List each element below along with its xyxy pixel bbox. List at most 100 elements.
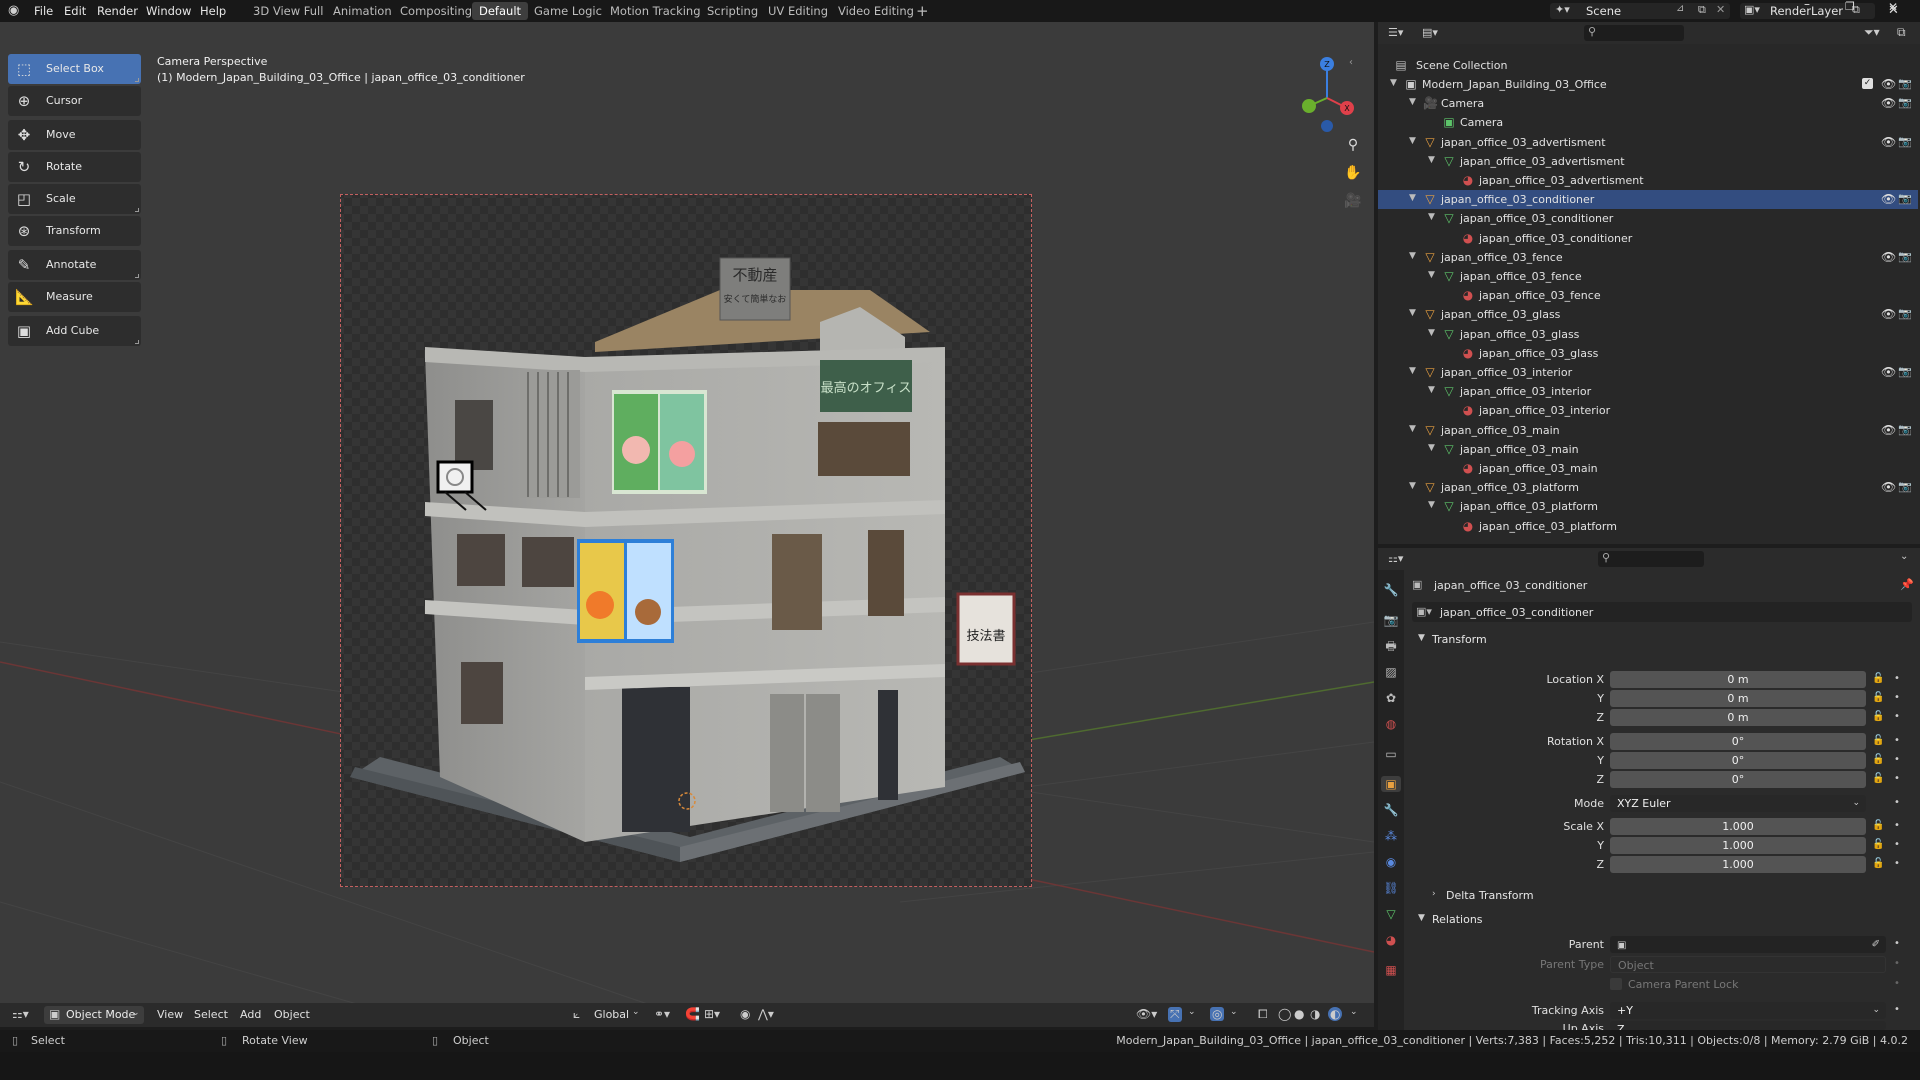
expand-arrow-icon[interactable]: ▼ (1409, 366, 1416, 376)
rotation-z-field[interactable]: 0° (1610, 771, 1866, 788)
new-scene-icon[interactable]: ⧉ (1698, 3, 1706, 17)
outliner-row[interactable]: ▼ ▽ japan_office_03_glass (1378, 325, 1918, 344)
data-tab-icon[interactable]: ▽ (1383, 906, 1399, 922)
menu-window[interactable]: Window (146, 4, 191, 18)
gizmo-y-axis[interactable] (1302, 99, 1316, 113)
chevron-down-icon[interactable]: ⌄ (1230, 1007, 1238, 1017)
lock-icon[interactable]: 🔓 (1872, 820, 1884, 831)
outliner-row[interactable]: ▣ Camera (1378, 113, 1918, 132)
add-workspace-icon[interactable]: + (916, 2, 929, 20)
outliner-search-input[interactable]: ⚲ (1584, 25, 1684, 41)
filter-icon[interactable]: ⏷▾ (1864, 25, 1880, 40)
workspace-tab-motion-tracking[interactable]: Motion Tracking (610, 4, 701, 18)
outliner-row[interactable]: ▼ ▽ japan_office_03_advertisment 👁 📷 (1378, 133, 1918, 152)
render-camera-icon[interactable]: 📷 (1898, 480, 1912, 493)
lock-icon[interactable]: 🔓 (1872, 858, 1884, 869)
render-camera-icon[interactable]: 📷 (1898, 192, 1912, 205)
render-camera-icon[interactable]: 📷 (1898, 77, 1912, 90)
parent-type-dropdown[interactable]: Object (1610, 956, 1886, 973)
expand-arrow-icon[interactable]: ▼ (1409, 424, 1416, 434)
parent-field[interactable]: ▣ ✐ (1610, 936, 1886, 953)
camera-view-icon[interactable]: 🎥 (1342, 190, 1364, 212)
location-y-field[interactable]: 0 m (1610, 690, 1866, 707)
object-mode-dropdown[interactable]: ▣ Object Mode ⌄ (44, 1006, 144, 1024)
expand-arrow-icon[interactable]: ▼ (1390, 78, 1397, 88)
render-camera-icon[interactable]: 📷 (1898, 135, 1912, 148)
outliner-row[interactable]: ▼ ▣ Modern_Japan_Building_03_Office ✓ 👁 📷 (1378, 75, 1918, 94)
relations-panel-header[interactable]: ▼ Relations (1412, 910, 1912, 930)
menu-file[interactable]: File (34, 4, 53, 18)
workspace-tab-uv-editing[interactable]: UV Editing (768, 4, 828, 18)
visibility-icon[interactable]: 👁▾ (1136, 1007, 1157, 1021)
expand-arrow-icon[interactable]: ▼ (1409, 481, 1416, 491)
lock-icon[interactable]: 🔓 (1872, 711, 1884, 722)
render-camera-icon[interactable]: 📷 (1898, 423, 1912, 436)
new-collection-icon[interactable]: ⧉ (1897, 25, 1906, 40)
gizmo-toggle-icon[interactable]: ⤧ (1168, 1007, 1182, 1022)
menu-render[interactable]: Render (97, 4, 138, 18)
outliner-row[interactable]: ▼ ▽ japan_office_03_fence (1378, 267, 1918, 286)
outliner-row[interactable]: ▼ ▽ japan_office_03_platform (1378, 497, 1918, 516)
outliner-row[interactable]: ▼ ▽ japan_office_03_fence 👁 📷 (1378, 248, 1918, 267)
workspace-tab-3d-view-full[interactable]: 3D View Full (253, 4, 323, 18)
delta-transform-panel-header[interactable]: › Delta Transform (1426, 886, 1920, 906)
tool-scale[interactable]: ◰ Scale (8, 184, 141, 214)
keyframe-dot-icon[interactable]: • (1894, 820, 1900, 831)
up-axis-dropdown[interactable]: Z (1610, 1021, 1886, 1030)
keyframe-dot-icon[interactable]: • (1894, 773, 1900, 784)
visibility-eye-icon[interactable]: 👁 (1881, 307, 1896, 321)
outliner-row[interactable]: ▼ ▽ japan_office_03_conditioner 👁 📷 (1378, 190, 1918, 210)
outliner-row-scene-collection[interactable]: ▤ Scene Collection (1378, 56, 1918, 75)
menu-add[interactable]: Add (240, 1008, 261, 1021)
pan-hand-icon[interactable]: ✋ (1342, 162, 1364, 184)
modifier-tab-icon[interactable]: 🔧 (1383, 802, 1399, 818)
keyframe-dot-icon[interactable]: • (1894, 754, 1900, 765)
rotation-x-field[interactable]: 0° (1610, 733, 1866, 750)
outliner-row[interactable]: ▼ ▽ japan_office_03_main 👁 📷 (1378, 421, 1918, 440)
rendered-shading-icon[interactable]: ◐ (1328, 1007, 1343, 1021)
render-camera-icon[interactable]: 📷 (1898, 307, 1912, 320)
location-x-field[interactable]: 0 m (1610, 671, 1866, 688)
menu-help[interactable]: Help (200, 4, 226, 18)
workspace-tab-game-logic[interactable]: Game Logic (534, 4, 602, 18)
scale-z-field[interactable]: 1.000 (1610, 856, 1866, 873)
wireframe-shading-icon[interactable]: ◯ (1278, 1007, 1291, 1021)
workspace-tab-animation[interactable]: Animation (333, 4, 392, 18)
visibility-eye-icon[interactable]: 👁 (1881, 423, 1896, 437)
lock-icon[interactable]: 🔓 (1872, 773, 1884, 784)
outliner-row[interactable]: ◕ japan_office_03_interior (1378, 401, 1918, 420)
transform-panel-header[interactable]: ▼ Transform (1412, 630, 1912, 650)
object-tab-icon[interactable]: ▣ (1381, 776, 1401, 792)
visibility-eye-icon[interactable]: 👁 (1881, 77, 1896, 91)
outliner-row[interactable]: ▼ ▽ japan_office_03_interior 👁 📷 (1378, 363, 1918, 382)
properties-editor-type-icon[interactable]: ⚏▾ (1388, 552, 1403, 565)
falloff-icon[interactable]: ⋀▾ (758, 1007, 774, 1021)
expand-arrow-icon[interactable]: ▼ (1409, 193, 1416, 203)
chevron-down-icon[interactable]: ⌄ (1188, 1007, 1196, 1017)
world-tab-icon[interactable]: ◍ (1383, 716, 1399, 732)
pivot-icon[interactable]: ⚭▾ (654, 1007, 670, 1021)
workspace-tab-default[interactable]: Default (472, 2, 529, 20)
tool-measure[interactable]: 📐 Measure (8, 282, 141, 312)
outliner-row[interactable]: ◕ japan_office_03_fence (1378, 286, 1918, 305)
material-tab-icon[interactable]: ◕ (1383, 932, 1399, 948)
expand-arrow-icon[interactable]: ▼ (1428, 385, 1435, 395)
overlays-toggle-icon[interactable]: ◎ (1210, 1007, 1225, 1021)
xray-toggle-icon[interactable]: ⧠ (1258, 1007, 1268, 1022)
chevron-down-icon[interactable]: ⌄ (1900, 551, 1908, 562)
proportional-edit-icon[interactable]: ◉ (740, 1007, 750, 1021)
tool-select-box[interactable]: ⬚ Select Box (8, 54, 141, 84)
rotation-y-field[interactable]: 0° (1610, 752, 1866, 769)
3d-viewport[interactable]: 不動産 安くて簡単なお 最高のオフィス 技法書 Camera Perspecti… (0, 22, 1374, 1022)
outliner-row[interactable]: ▼ ▽ japan_office_03_interior (1378, 382, 1918, 401)
visibility-eye-icon[interactable]: 👁 (1881, 250, 1896, 264)
keyframe-dot-icon[interactable]: • (1894, 692, 1900, 703)
expand-arrow-icon[interactable]: ▼ (1428, 328, 1435, 338)
constraints-tab-icon[interactable]: ⛓ (1383, 880, 1399, 896)
tool-annotate[interactable]: ✎ Annotate (8, 250, 141, 280)
blender-logo-icon[interactable]: ◉ (8, 4, 24, 18)
render-camera-icon[interactable]: 📷 (1898, 96, 1912, 109)
location-z-field[interactable]: 0 m (1610, 709, 1866, 726)
keyframe-dot-icon[interactable]: • (1894, 711, 1900, 722)
menu-view[interactable]: View (157, 1008, 183, 1021)
